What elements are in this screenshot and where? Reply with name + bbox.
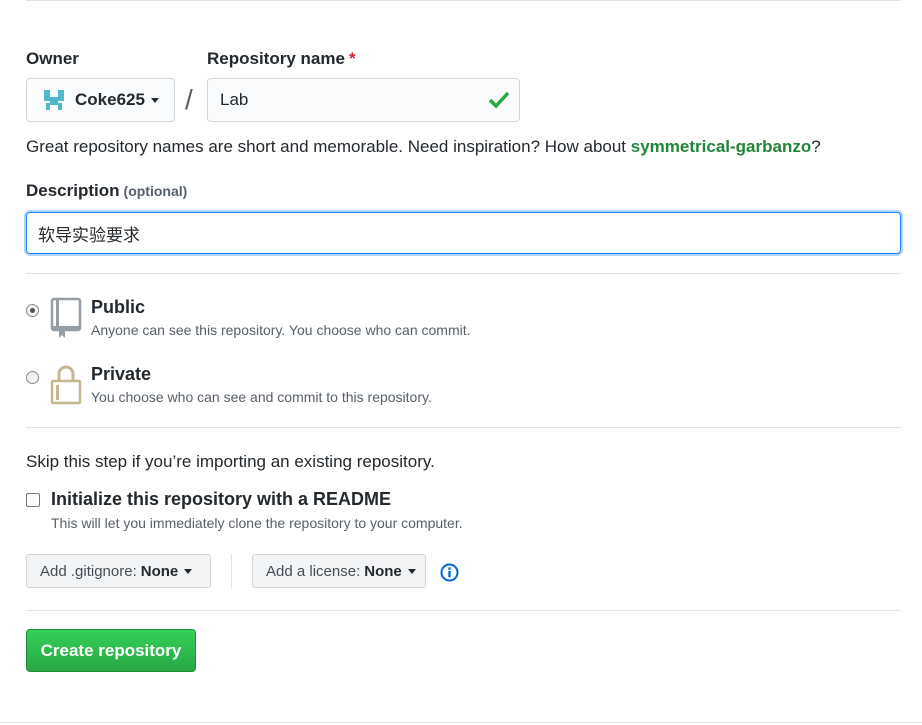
description-input[interactable] (26, 212, 901, 254)
info-icon[interactable] (440, 563, 459, 587)
repo-name-label-text: Repository name (207, 49, 345, 68)
create-repository-button[interactable]: Create repository (26, 629, 196, 672)
readme-checkbox[interactable] (26, 493, 40, 507)
owner-name: Coke625 (75, 90, 145, 109)
repo-name-label: Repository name * (207, 49, 356, 69)
repo-public-icon (50, 297, 82, 344)
section-divider (26, 610, 901, 611)
readme-desc: This will let you immediately clone the … (51, 515, 463, 531)
hint-suffix: ? (811, 137, 821, 156)
owner-repo-separator: / (185, 84, 193, 115)
required-mark: * (348, 49, 356, 68)
repo-name-input[interactable] (207, 78, 520, 122)
gitignore-label: Add .gitignore: (40, 562, 137, 580)
owner-label: Owner (26, 49, 79, 68)
optional-tag: (optional) (123, 183, 188, 199)
public-title: Public (91, 297, 146, 317)
owner-select-button[interactable]: Coke625 (26, 78, 175, 122)
description-label-text: Description (26, 181, 120, 200)
hint-text: Great repository names are short and mem… (26, 137, 631, 156)
section-divider (26, 273, 901, 274)
chevron-down-icon (150, 97, 159, 103)
chevron-down-icon (407, 568, 416, 574)
skip-import-text: Skip this step if you’re importing an ex… (26, 452, 435, 471)
private-radio[interactable] (26, 371, 39, 384)
repo-name-hint: Great repository names are short and mem… (26, 137, 821, 157)
description-label: Description (optional) (26, 181, 187, 201)
bottom-divider (0, 722, 922, 723)
vertical-divider (231, 554, 232, 588)
license-value: None (364, 562, 402, 580)
check-icon (488, 91, 510, 114)
gitignore-value: None (140, 562, 179, 580)
chevron-down-icon (184, 568, 193, 574)
owner-avatar-icon (43, 89, 65, 111)
top-divider (26, 0, 901, 1)
lock-icon (50, 363, 82, 410)
public-desc: Anyone can see this repository. You choo… (91, 322, 471, 338)
private-desc: You choose who can see and commit to thi… (91, 389, 432, 405)
readme-title: Initialize this repository with a README (51, 489, 392, 509)
section-divider (26, 427, 901, 428)
name-suggestion-link[interactable]: symmetrical-garbanzo (631, 137, 811, 156)
gitignore-select-button[interactable]: Add .gitignore: None (26, 554, 211, 588)
license-label: Add a license: (266, 562, 361, 580)
license-select-button[interactable]: Add a license: None (252, 554, 426, 588)
private-title: Private (91, 364, 152, 384)
public-radio[interactable] (26, 304, 39, 317)
